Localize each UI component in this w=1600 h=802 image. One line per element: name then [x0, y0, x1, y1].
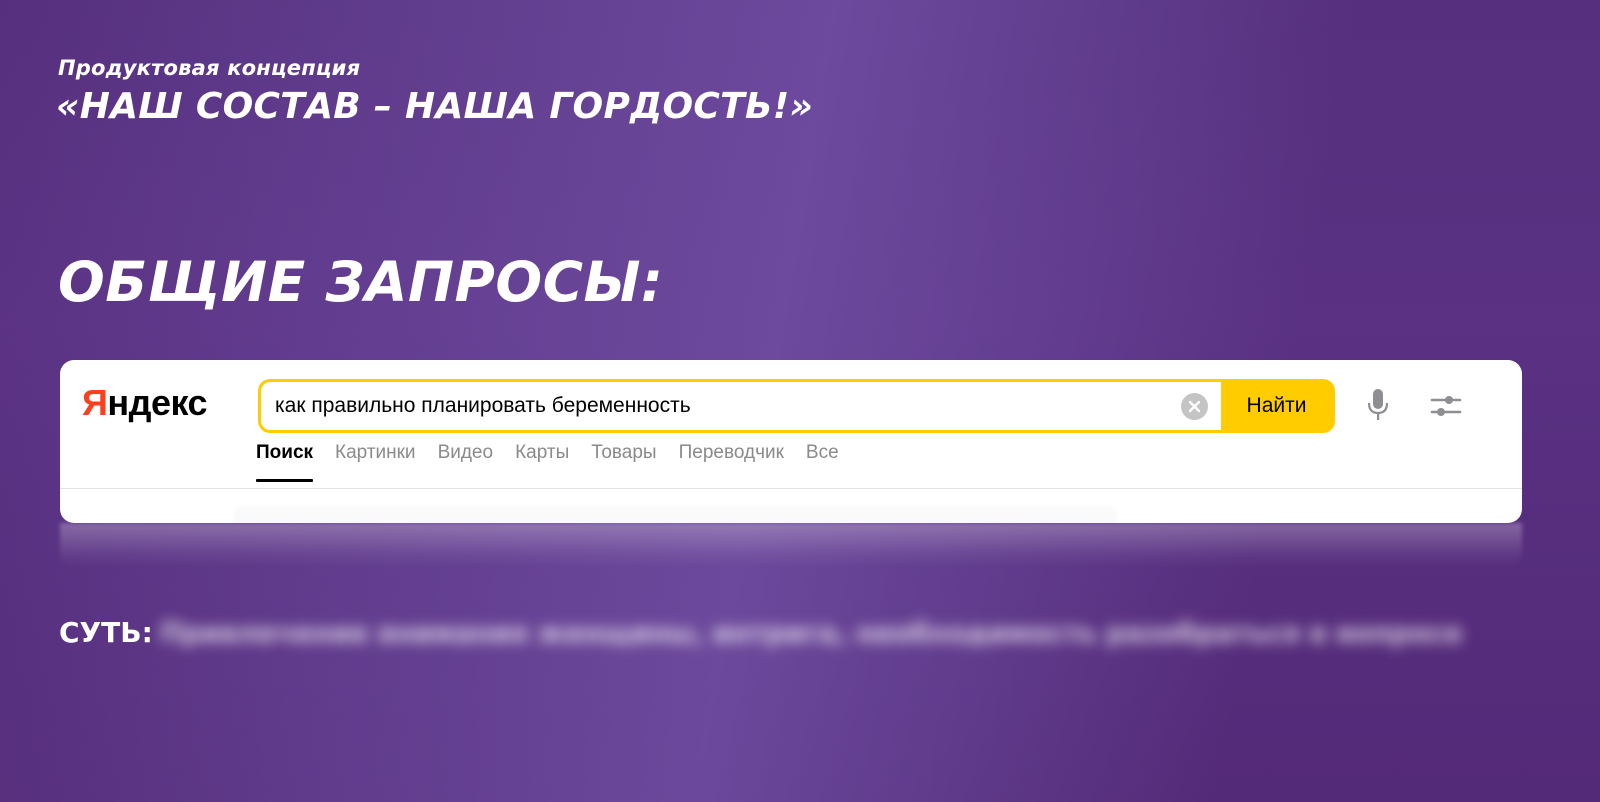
clear-icon[interactable] — [1181, 393, 1208, 420]
tab-translator[interactable]: Переводчик — [668, 438, 795, 482]
find-button[interactable]: Найти — [1221, 382, 1332, 430]
tab-search[interactable]: Поиск — [256, 438, 324, 482]
card-reflection — [60, 523, 1522, 568]
headline: «НАШ СОСТАВ – НАША ГОРДОСТЬ!» — [56, 86, 814, 127]
search-card: Яндекс Найти Поиск Картинки Видео Карты … — [60, 360, 1522, 523]
divider — [60, 488, 1522, 489]
subtitle: Продуктовая концепция — [58, 56, 361, 80]
search-input[interactable] — [261, 382, 1221, 430]
microphone-icon[interactable] — [1367, 388, 1389, 422]
tab-products[interactable]: Товары — [580, 438, 667, 482]
tab-video[interactable]: Видео — [427, 438, 505, 482]
logo-first-letter: Я — [82, 382, 108, 423]
settings-sliders-icon[interactable] — [1430, 394, 1462, 418]
essence-label: СУТЬ: — [59, 616, 153, 649]
yandex-logo[interactable]: Яндекс — [82, 382, 208, 424]
essence-text: Привлечение внимания женщины, интрига, н… — [160, 618, 1463, 649]
result-placeholder — [235, 508, 1115, 523]
section-title: ОБЩИЕ ЗАПРОСЫ: — [58, 250, 664, 314]
tab-maps[interactable]: Карты — [504, 438, 580, 482]
search-tabs: Поиск Картинки Видео Карты Товары Перево… — [256, 438, 850, 484]
tab-all[interactable]: Все — [795, 438, 850, 482]
tab-images[interactable]: Картинки — [324, 438, 427, 482]
search-box: Найти — [258, 379, 1335, 433]
logo-rest: ндекс — [107, 382, 208, 423]
